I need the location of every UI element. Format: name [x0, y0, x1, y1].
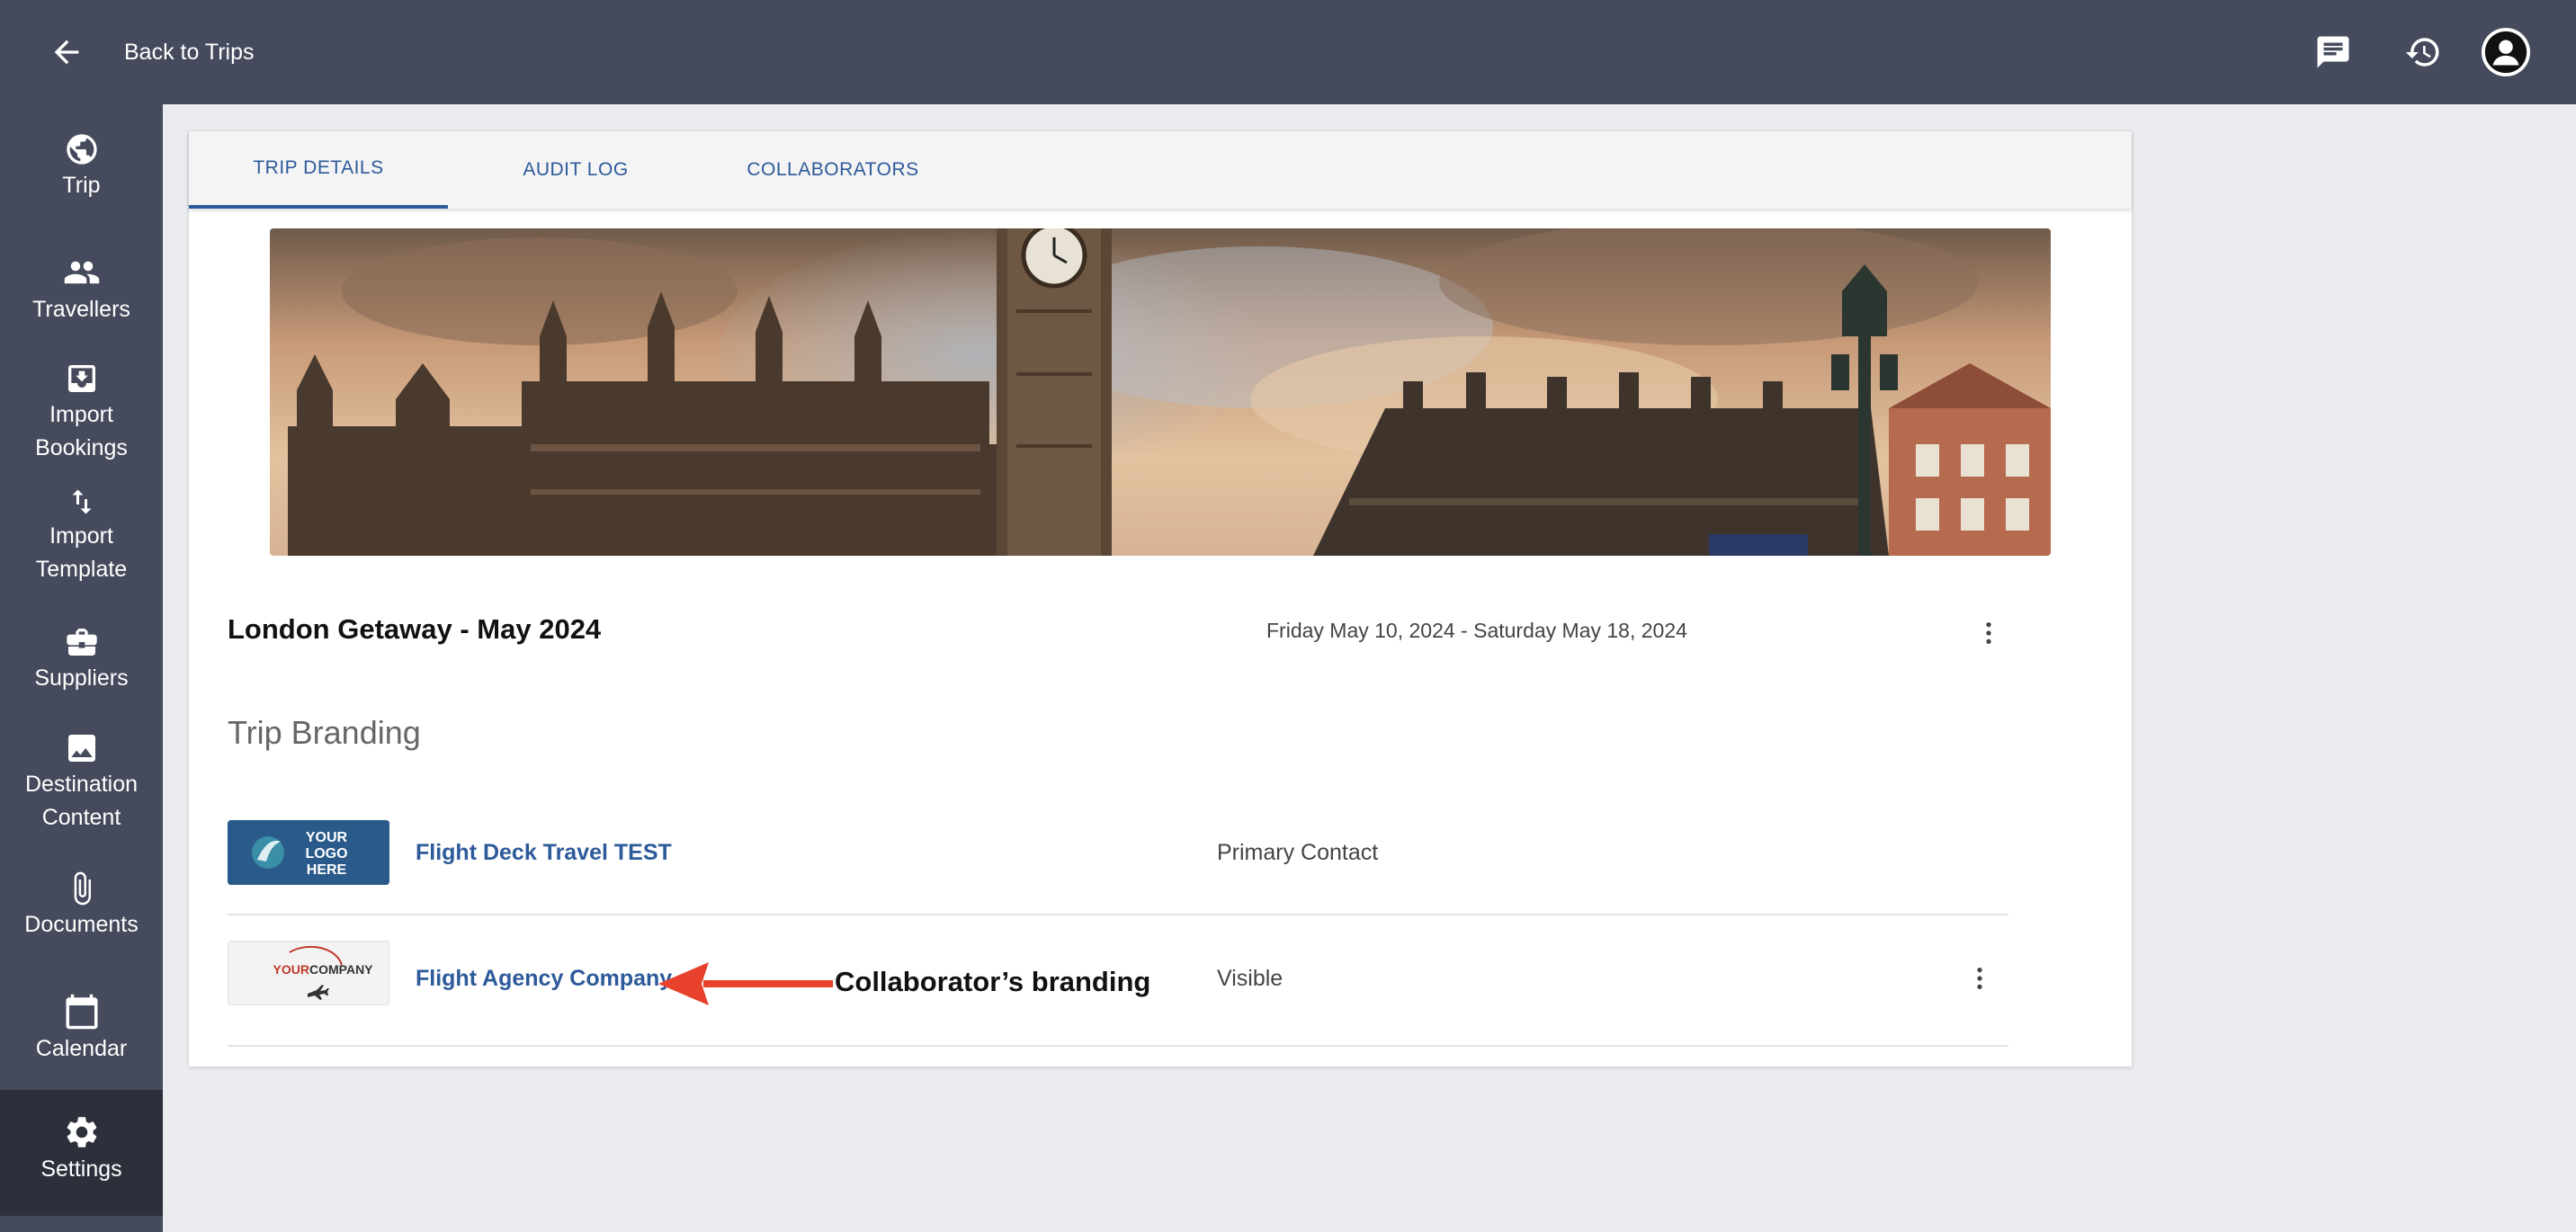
- top-app-bar: Back to Trips: [0, 0, 2576, 104]
- import-icon: [67, 365, 95, 392]
- swap-icon: [72, 489, 91, 514]
- branding-status: Visible: [1217, 966, 1284, 991]
- tab-collaborators[interactable]: COLLABORATORS: [703, 131, 962, 209]
- tab-audit-log[interactable]: AUDIT LOG: [448, 131, 703, 209]
- paperclip-icon: [74, 871, 91, 906]
- sidebar-item-suppliers[interactable]: Suppliers: [0, 624, 163, 695]
- destination-banner-image: [270, 228, 2051, 556]
- people-icon: [64, 261, 99, 284]
- sidebar-item-calendar[interactable]: Calendar: [0, 993, 163, 1066]
- branding-row: YOUR LOGO HERE Flight Deck Travel TEST P…: [228, 815, 2008, 915]
- tab-bar: TRIP DETAILS AUDIT LOG COLLABORATORS: [189, 131, 2132, 209]
- company-logo: YOUR COMPANY: [228, 941, 389, 1005]
- logo-text-line: YOUR: [273, 962, 309, 977]
- branding-company-name[interactable]: Flight Deck Travel TEST: [416, 840, 672, 866]
- gear-icon: [67, 1117, 96, 1147]
- trip-branding-heading: Trip Branding: [228, 714, 421, 751]
- sidebar-item-label: Destination Content: [24, 772, 139, 830]
- sidebar-nav: Trip Travellers Import Bookings Import T…: [0, 104, 163, 1232]
- chat-icon[interactable]: [2308, 27, 2358, 77]
- logo-text-line: YOUR: [306, 830, 348, 845]
- back-to-trips-link[interactable]: Back to Trips: [124, 36, 255, 68]
- annotation-label: Collaborator’s branding: [835, 966, 1151, 997]
- trip-more-options-icon[interactable]: [1971, 615, 2007, 651]
- branding-company-name[interactable]: Flight Agency Company: [416, 966, 672, 992]
- logo-text-line: LOGO: [305, 846, 347, 862]
- sidebar-item-import-bookings[interactable]: Import Bookings: [0, 361, 163, 465]
- sidebar-item-label: Trip: [62, 173, 101, 198]
- trip-details-card: TRIP DETAILS AUDIT LOG COLLABORATORS Lon…: [189, 131, 2132, 1067]
- back-arrow-icon[interactable]: [45, 31, 88, 74]
- sidebar-item-travellers[interactable]: Travellers: [0, 254, 163, 326]
- briefcase-icon: [66, 629, 97, 656]
- history-icon[interactable]: [2398, 27, 2448, 77]
- sidebar-item-settings[interactable]: Settings: [0, 1090, 163, 1216]
- image-icon: [67, 735, 95, 762]
- trip-title: London Getaway - May 2024: [228, 613, 602, 645]
- sidebar-item-label: Calendar: [35, 1036, 128, 1061]
- account-icon[interactable]: [2481, 27, 2531, 77]
- sidebar-item-trip[interactable]: Trip: [0, 131, 163, 202]
- sidebar-item-import-template[interactable]: Import Template: [0, 486, 163, 586]
- sidebar-item-label: Settings: [40, 1156, 122, 1182]
- calendar-icon: [66, 994, 97, 1030]
- logo-text-line: HERE: [307, 862, 347, 878]
- sidebar-item-destination-content[interactable]: Destination Content: [0, 730, 163, 835]
- tab-trip-details[interactable]: TRIP DETAILS: [189, 131, 448, 209]
- sidebar-item-label: Documents: [24, 912, 139, 937]
- globe-icon: [66, 134, 97, 165]
- branding-more-options-icon[interactable]: [1962, 960, 1998, 996]
- annotation-arrow: [658, 957, 833, 1011]
- company-logo: YOUR LOGO HERE: [228, 820, 389, 885]
- sidebar-item-label: Travellers: [32, 297, 130, 322]
- sidebar-item-documents[interactable]: Documents: [0, 870, 163, 942]
- logo-text-line: COMPANY: [309, 962, 373, 977]
- sidebar-item-label: Import Bookings: [35, 402, 128, 460]
- branding-status: Primary Contact: [1217, 840, 1379, 865]
- sidebar-item-label: Suppliers: [34, 665, 129, 691]
- sidebar-item-label: Import Template: [35, 523, 128, 582]
- trip-dates: Friday May 10, 2024 - Saturday May 18, 2…: [1266, 619, 1687, 642]
